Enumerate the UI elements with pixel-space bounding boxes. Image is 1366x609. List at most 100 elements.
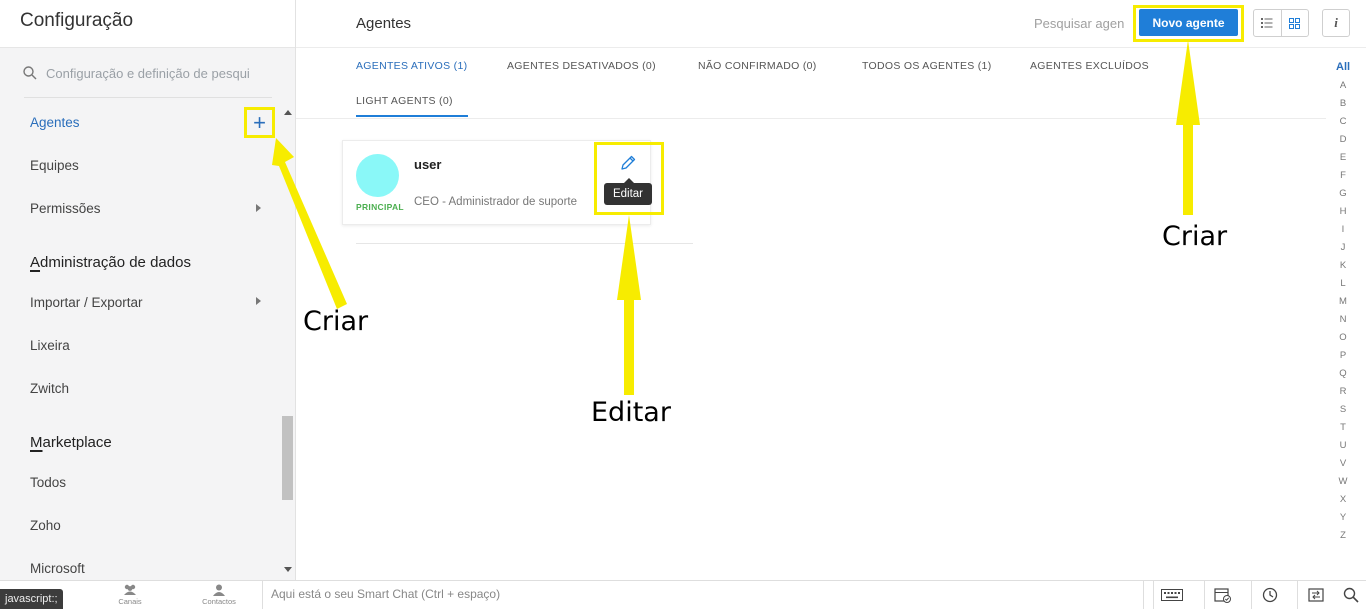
tab-light-agents[interactable]: LIGHT AGENTS (0) [356,95,453,107]
alpha-letter[interactable]: M [1336,293,1350,311]
section-admin-dados: Administração de dados [30,254,191,271]
search-icon [23,66,37,80]
calendar-button[interactable] [1204,580,1240,609]
alpha-letter[interactable]: V [1336,455,1350,473]
alpha-letter[interactable]: H [1336,203,1350,221]
sidebar-divider [24,97,272,98]
tab-agentes-desativados[interactable]: AGENTES DESATIVADOS (0) [507,60,656,72]
alpha-letter[interactable]: R [1336,383,1350,401]
clock-icon [1262,587,1277,602]
people-icon [124,584,136,595]
active-tab-indicator [356,115,468,117]
alpha-letter[interactable]: L [1336,275,1350,293]
tab-agentes-excluidos[interactable]: AGENTES EXCLUÍDOS [1030,60,1149,72]
edit-tooltip: Editar [604,178,652,205]
alpha-letter[interactable]: X [1336,491,1350,509]
alpha-letter[interactable]: C [1336,113,1350,131]
calendar-check-icon [1213,587,1231,603]
switch-button[interactable] [1297,580,1333,609]
status-bar: javascript:; [0,589,63,609]
nav-canais[interactable]: Canais [100,584,160,606]
agent-name[interactable]: user [414,157,441,172]
alphabet-index: All ABCDEFGHIJKLMNOPQRSTUVWXYZ [1336,61,1350,545]
person-icon [213,584,225,596]
sidebar-item-equipes[interactable]: Equipes [30,158,79,173]
sidebar-item-microsoft[interactable]: Microsoft [30,561,85,576]
alpha-letter[interactable]: U [1336,437,1350,455]
info-icon: i [1334,15,1338,30]
sidebar-item-permissoes[interactable]: Permissões [30,201,101,216]
plus-icon: + [253,109,266,135]
avatar [356,154,399,197]
scroll-down-arrow-icon[interactable] [284,567,292,572]
app-root: Configuração Agentes + Equipes Permissõe… [0,0,1366,609]
annotation-arrow-edit [617,215,641,395]
scroll-up-arrow-icon[interactable] [284,110,292,115]
alpha-letters: ABCDEFGHIJKLMNOPQRSTUVWXYZ [1336,77,1350,545]
scrollbar-thumb[interactable] [282,416,293,500]
alpha-letter[interactable]: G [1336,185,1350,203]
chevron-right-icon [256,204,261,212]
grid-view-button[interactable] [1280,10,1309,36]
sidebar-search [22,62,272,84]
history-button[interactable] [1251,580,1287,609]
global-search-button[interactable] [1333,580,1366,609]
annotation-criar-right: Criar [1162,221,1228,252]
tab-nao-confirmado[interactable]: NÃO CONFIRMADO (0) [698,60,817,72]
sidebar-item-agentes[interactable]: Agentes [30,115,80,130]
alpha-letter[interactable]: W [1336,473,1350,491]
tab-todos-agentes[interactable]: TODOS OS AGENTES (1) [862,60,992,72]
sidebar-title: Configuração [20,10,134,31]
card-divider [356,243,693,244]
sidebar-search-input[interactable] [46,65,270,81]
sidebar-item-zoho[interactable]: Zoho [30,518,61,533]
sidebar-item-importar-exportar[interactable]: Importar / Exportar [30,295,143,310]
sidebar-item-zwitch[interactable]: Zwitch [30,381,69,396]
annotation-criar-left: Criar [303,306,369,337]
chevron-right-icon [256,297,261,305]
info-button[interactable]: i [1322,9,1350,37]
alpha-letter[interactable]: I [1336,221,1350,239]
grid-icon [1289,17,1301,29]
sidebar-header: Configuração [0,0,295,48]
keyboard-icon [1160,588,1183,601]
new-agent-button[interactable]: Novo agente [1139,9,1238,36]
annotation-editar: Editar [591,397,671,428]
alpha-letter[interactable]: O [1336,329,1350,347]
view-toggle [1253,9,1309,37]
sidebar-scrollbar[interactable] [281,104,294,580]
switch-icon [1307,587,1324,602]
tabs-divider [296,118,1326,119]
list-view-button[interactable] [1254,10,1281,36]
alpha-letter[interactable]: Y [1336,509,1350,527]
alpha-letter[interactable]: K [1336,257,1350,275]
alpha-letter[interactable]: Q [1336,365,1350,383]
alpha-letter[interactable]: Z [1336,527,1350,545]
agent-search-input[interactable]: Pesquisar agen [1034,16,1124,31]
nav-contactos[interactable]: Contactos [189,584,249,606]
alpha-letter[interactable]: T [1336,419,1350,437]
sidebar-item-lixeira[interactable]: Lixeira [30,338,70,353]
alpha-letter[interactable]: P [1336,347,1350,365]
pencil-icon[interactable] [619,154,637,172]
alpha-letter[interactable]: D [1336,131,1350,149]
alpha-letter[interactable]: J [1336,239,1350,257]
sidebar-item-todos[interactable]: Todos [30,475,66,490]
keyboard-button[interactable] [1153,580,1189,609]
tab-agentes-ativos[interactable]: AGENTES ATIVOS (1) [356,60,467,72]
alpha-letter[interactable]: N [1336,311,1350,329]
list-icon [1261,18,1273,28]
section-marketplace: Marketplace [30,434,112,451]
alpha-letter[interactable]: B [1336,95,1350,113]
agent-role: CEO - Administrador de suporte [414,196,577,208]
add-agent-button[interactable]: + [244,107,275,138]
alpha-all[interactable]: All [1336,61,1350,73]
alpha-letter[interactable]: F [1336,167,1350,185]
sidebar: Configuração Agentes + Equipes Permissõe… [0,0,296,580]
alpha-letter[interactable]: E [1336,149,1350,167]
alpha-letter[interactable]: A [1336,77,1350,95]
alpha-letter[interactable]: S [1336,401,1350,419]
search-icon [1343,587,1359,603]
annotation-arrow-right [1176,40,1200,215]
smart-chat-input[interactable]: Aqui está o seu Smart Chat (Ctrl + espaç… [262,580,1144,609]
